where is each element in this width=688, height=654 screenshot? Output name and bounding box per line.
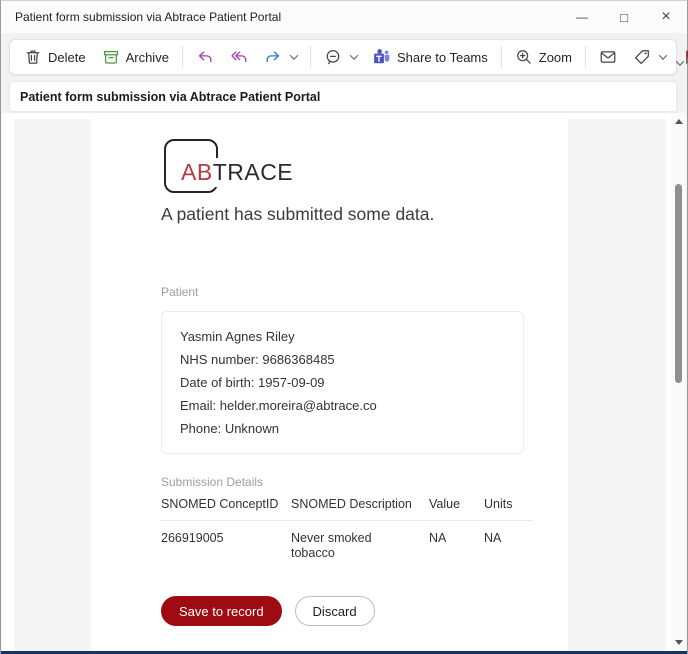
patient-nhs-number: NHS number: 9686368485 bbox=[180, 348, 505, 371]
email-body: ABTRACE A patient has submitted some dat… bbox=[91, 119, 568, 651]
scrollbar-thumb[interactable] bbox=[675, 184, 682, 383]
toolbar: Delete Archive bbox=[9, 39, 677, 75]
window-title: Patient form submission via Abtrace Pati… bbox=[1, 10, 281, 24]
toolbar-overflow-button[interactable] bbox=[671, 56, 685, 70]
reply-all-icon bbox=[230, 48, 248, 66]
toolbar-divider bbox=[182, 46, 183, 68]
maximize-button[interactable]: □ bbox=[603, 1, 645, 33]
subject-title: Patient form submission via Abtrace Pati… bbox=[20, 90, 320, 104]
archive-icon bbox=[102, 48, 120, 66]
chevron-down-icon bbox=[290, 51, 298, 59]
reply-icon bbox=[196, 48, 214, 66]
teams-icon bbox=[373, 48, 391, 66]
submission-section-label: Submission Details bbox=[161, 475, 263, 489]
patient-email: Email: helder.moreira@abtrace.co bbox=[180, 394, 505, 417]
save-to-record-button[interactable]: Save to record bbox=[161, 596, 282, 626]
discard-button[interactable]: Discard bbox=[295, 596, 375, 626]
forward-icon bbox=[264, 48, 282, 66]
archive-label: Archive bbox=[126, 50, 169, 65]
col-snomed-conceptid: SNOMED ConceptID bbox=[161, 497, 291, 511]
cell-conceptid: 266919005 bbox=[161, 531, 291, 561]
patient-dob: Date of birth: 1957-09-09 bbox=[180, 371, 505, 394]
patient-section-label: Patient bbox=[161, 285, 198, 299]
message-background: ABTRACE A patient has submitted some dat… bbox=[14, 119, 666, 651]
comment-icon bbox=[324, 48, 342, 66]
col-snomed-description: SNOMED Description bbox=[291, 497, 429, 511]
envelope-icon bbox=[599, 48, 617, 66]
col-value: Value bbox=[429, 497, 484, 511]
email-heading: A patient has submitted some data. bbox=[161, 204, 434, 225]
archive-button[interactable]: Archive bbox=[94, 43, 177, 71]
cell-value: NA bbox=[429, 531, 484, 561]
action-buttons: Save to record Discard bbox=[161, 596, 375, 626]
toolbar-divider bbox=[585, 46, 586, 68]
patient-card: Yasmin Agnes Riley NHS number: 968636848… bbox=[161, 311, 524, 454]
share-to-teams-button[interactable]: Share to Teams bbox=[365, 43, 496, 71]
app-window: Patient form submission via Abtrace Pati… bbox=[0, 0, 688, 654]
submission-table: SNOMED ConceptID SNOMED Description Valu… bbox=[161, 497, 533, 561]
reading-pane: ABTRACE A patient has submitted some dat… bbox=[2, 113, 686, 651]
share-to-teams-label: Share to Teams bbox=[397, 50, 488, 65]
col-units: Units bbox=[484, 497, 533, 511]
delete-label: Delete bbox=[48, 50, 86, 65]
scroll-down-arrow-icon[interactable] bbox=[675, 640, 683, 645]
cell-description: Never smoked tobacco bbox=[291, 531, 391, 561]
scroll-up-arrow-icon[interactable] bbox=[675, 119, 683, 124]
message-status-button[interactable] bbox=[316, 43, 365, 71]
toolbar-divider bbox=[310, 46, 311, 68]
patient-name: Yasmin Agnes Riley bbox=[180, 325, 505, 348]
abtrace-logo-text: ABTRACE bbox=[178, 158, 296, 187]
cell-units: NA bbox=[484, 531, 533, 561]
categorize-button[interactable] bbox=[625, 43, 674, 71]
title-bar: Patient form submission via Abtrace Pati… bbox=[1, 1, 687, 33]
zoom-button[interactable]: Zoom bbox=[507, 43, 580, 71]
chevron-down-icon bbox=[350, 51, 358, 59]
delete-button[interactable]: Delete bbox=[16, 43, 94, 71]
reply-button[interactable] bbox=[188, 43, 222, 71]
logo-trace: TRACE bbox=[213, 159, 293, 185]
zoom-magnifier-icon bbox=[515, 48, 533, 66]
chevron-down-icon bbox=[675, 57, 683, 65]
subject-header: Patient form submission via Abtrace Pati… bbox=[9, 81, 677, 112]
toolbar-divider bbox=[501, 46, 502, 68]
minimize-button[interactable]: — bbox=[561, 1, 603, 33]
reply-all-button[interactable] bbox=[222, 43, 256, 71]
patient-phone: Phone: Unknown bbox=[180, 417, 505, 440]
close-button[interactable]: × bbox=[645, 1, 687, 33]
mark-unread-button[interactable] bbox=[591, 43, 625, 71]
zoom-label: Zoom bbox=[539, 50, 572, 65]
scrollbar[interactable] bbox=[671, 113, 686, 651]
logo-ab: AB bbox=[181, 159, 213, 185]
window-controls: — □ × bbox=[561, 1, 687, 33]
tag-icon bbox=[633, 48, 651, 66]
table-row: 266919005 Never smoked tobacco NA NA bbox=[161, 521, 533, 561]
chevron-down-icon bbox=[659, 51, 667, 59]
table-header-row: SNOMED ConceptID SNOMED Description Valu… bbox=[161, 497, 533, 521]
forward-button[interactable] bbox=[256, 43, 305, 71]
trash-icon bbox=[24, 48, 42, 66]
